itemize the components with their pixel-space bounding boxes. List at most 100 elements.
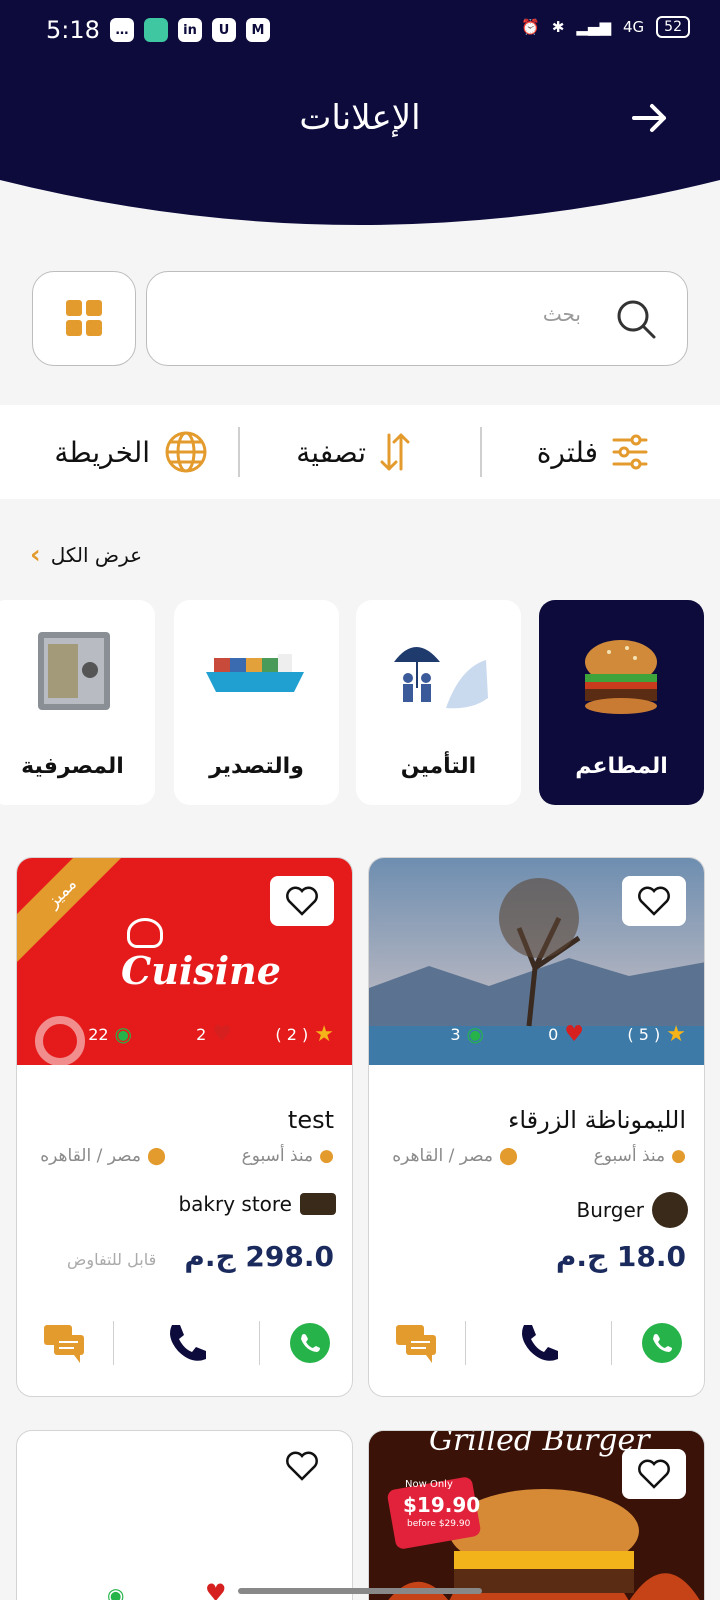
sort-button[interactable]: تصفية [296,427,410,477]
whatsapp-icon[interactable] [286,1319,334,1367]
heart-filled-icon: ♥ [212,1022,232,1047]
views-stat: 3 ◉ [450,1022,484,1046]
ad-image: مميز Cuisine ( 2 ) ★ 2 ♥ 22 ◉ [17,858,352,1065]
search-placeholder: بحث [542,302,581,326]
divider [238,427,240,477]
cargo-ship-icon [206,654,304,692]
rating-stat: ( 2 ) ★ [275,1022,334,1047]
favorite-button[interactable] [270,876,334,926]
ad-price: 18.0 ج.م [555,1240,686,1273]
bluetooth-icon: ✱ [551,18,565,36]
chef-hat-icon [127,918,163,948]
sort-arrows-icon [380,433,410,471]
ad-actions [17,1313,352,1373]
show-all-link[interactable]: ‹ عرض الكل [30,540,142,570]
insurance-umbrella-icon [394,647,488,709]
chat-icon[interactable] [40,1319,88,1367]
notification-icon: U [212,18,236,42]
chevron-left-icon: ‹ [30,540,41,570]
loading-spinner [35,1016,85,1065]
promo-was: before $29.90 [407,1519,471,1529]
burger-icon [585,640,657,714]
ad-card[interactable]: مميز Cuisine ( 2 ) ★ 2 ♥ 22 ◉ test ● منذ أسب… [16,857,353,1397]
filter-label: فلترة [536,435,598,469]
ad-location: ⬤ مصر / القاهره [40,1146,166,1166]
category-export[interactable]: والتصدير [174,600,339,805]
status-bar: 5:18 … in U M ⏰ ✱ ▂▄▆ 4G 52 [0,0,720,62]
clock-icon: ● [671,1146,686,1166]
favorite-button[interactable] [622,1449,686,1499]
whatsapp-icon[interactable] [638,1319,686,1367]
favorite-button[interactable] [270,1441,334,1491]
heart-icon [286,886,318,916]
search-icon [617,300,656,339]
heart-icon [638,1459,670,1489]
map-button[interactable]: الخريطة [54,427,208,477]
tools-bar: فلترة تصفية الخريطة [0,405,720,499]
promo-price: $19.90 [403,1493,481,1517]
featured-badge: مميز [17,858,135,966]
likes-stat: 2 ♥ [196,1022,232,1047]
heart-filled-icon: ♥ [564,1022,584,1047]
ad-location: ⬤ مصر / القاهره [392,1146,518,1166]
ad-image-text: Cuisine [121,948,281,993]
star-icon: ★ [666,1022,686,1047]
filter-button[interactable]: فلترة [537,427,648,477]
app-icon [144,18,168,42]
category-label: والتصدير [209,754,304,779]
divider [480,427,482,477]
eye-icon: ◉ [114,1022,132,1046]
ad-image: ( 5 ) ★ 0 ♥ 3 ◉ [369,858,704,1065]
network-type: 4G [623,18,645,36]
category-restaurants[interactable]: المطاعم [539,600,704,805]
category-banking[interactable]: المصرفية [0,600,155,805]
bank-safe-icon [38,632,110,710]
store-avatar [300,1193,336,1215]
phone-icon[interactable] [514,1319,562,1367]
status-time: 5:18 [46,16,100,44]
heart-icon [638,886,670,916]
favorite-button[interactable] [622,876,686,926]
category-insurance[interactable]: التأمين [356,600,521,805]
battery-indicator: 52 [656,16,690,38]
map-label: الخريطة [54,435,150,469]
ad-time: ● منذ أسبوع [241,1146,334,1166]
linkedin-icon: in [178,18,202,42]
app-header: 5:18 … in U M ⏰ ✱ ▂▄▆ 4G 52 الإعلانات [0,0,720,235]
grid-icon [66,300,82,316]
filter-icon [612,434,648,470]
signal-icon: ▂▄▆ [576,18,611,36]
star-icon: ★ [314,1022,334,1047]
heart-filled-icon: ♥ [205,1579,227,1600]
location-pin-icon: ⬤ [146,1146,166,1166]
ad-card[interactable]: ( 5 ) ★ 0 ♥ 3 ◉ الليموناظة الزرقاء ● منذ أسب… [368,857,705,1397]
grid-view-button[interactable] [32,271,136,366]
store-info[interactable]: bakry store [178,1192,336,1216]
ad-title: الليموناظة الزرقاء [508,1106,686,1134]
alarm-icon: ⏰ [521,18,540,36]
search-input[interactable]: بحث [146,271,688,366]
ad-price: 298.0 ج.م [184,1240,334,1273]
category-label: المصرفية [21,754,124,779]
messenger-icon: … [110,18,134,42]
sort-label: تصفية [296,435,366,469]
category-label: المطاعم [575,754,668,779]
globe-icon [165,431,207,473]
category-label: التأمين [400,754,477,779]
negotiable-label: قابل للتفاوض [67,1250,157,1269]
chat-icon[interactable] [392,1319,440,1367]
store-info[interactable]: Burger [577,1192,688,1228]
home-indicator [238,1588,482,1594]
back-arrow-icon[interactable] [630,98,670,138]
phone-icon[interactable] [162,1319,210,1367]
likes-stat: 0 ♥ [548,1022,584,1047]
ad-card[interactable]: ◉ ♥ [16,1430,353,1600]
show-all-label: عرض الكل [50,543,143,567]
ad-actions [369,1313,704,1373]
ad-time: ● منذ أسبوع [593,1146,686,1166]
ad-title: test [287,1106,334,1134]
clock-icon: ● [319,1146,334,1166]
ad-card[interactable]: Now Only $19.90 before $29.90 Grilled Bu… [368,1430,705,1600]
views-stat: 22 ◉ [88,1022,132,1046]
store-avatar [652,1192,688,1228]
